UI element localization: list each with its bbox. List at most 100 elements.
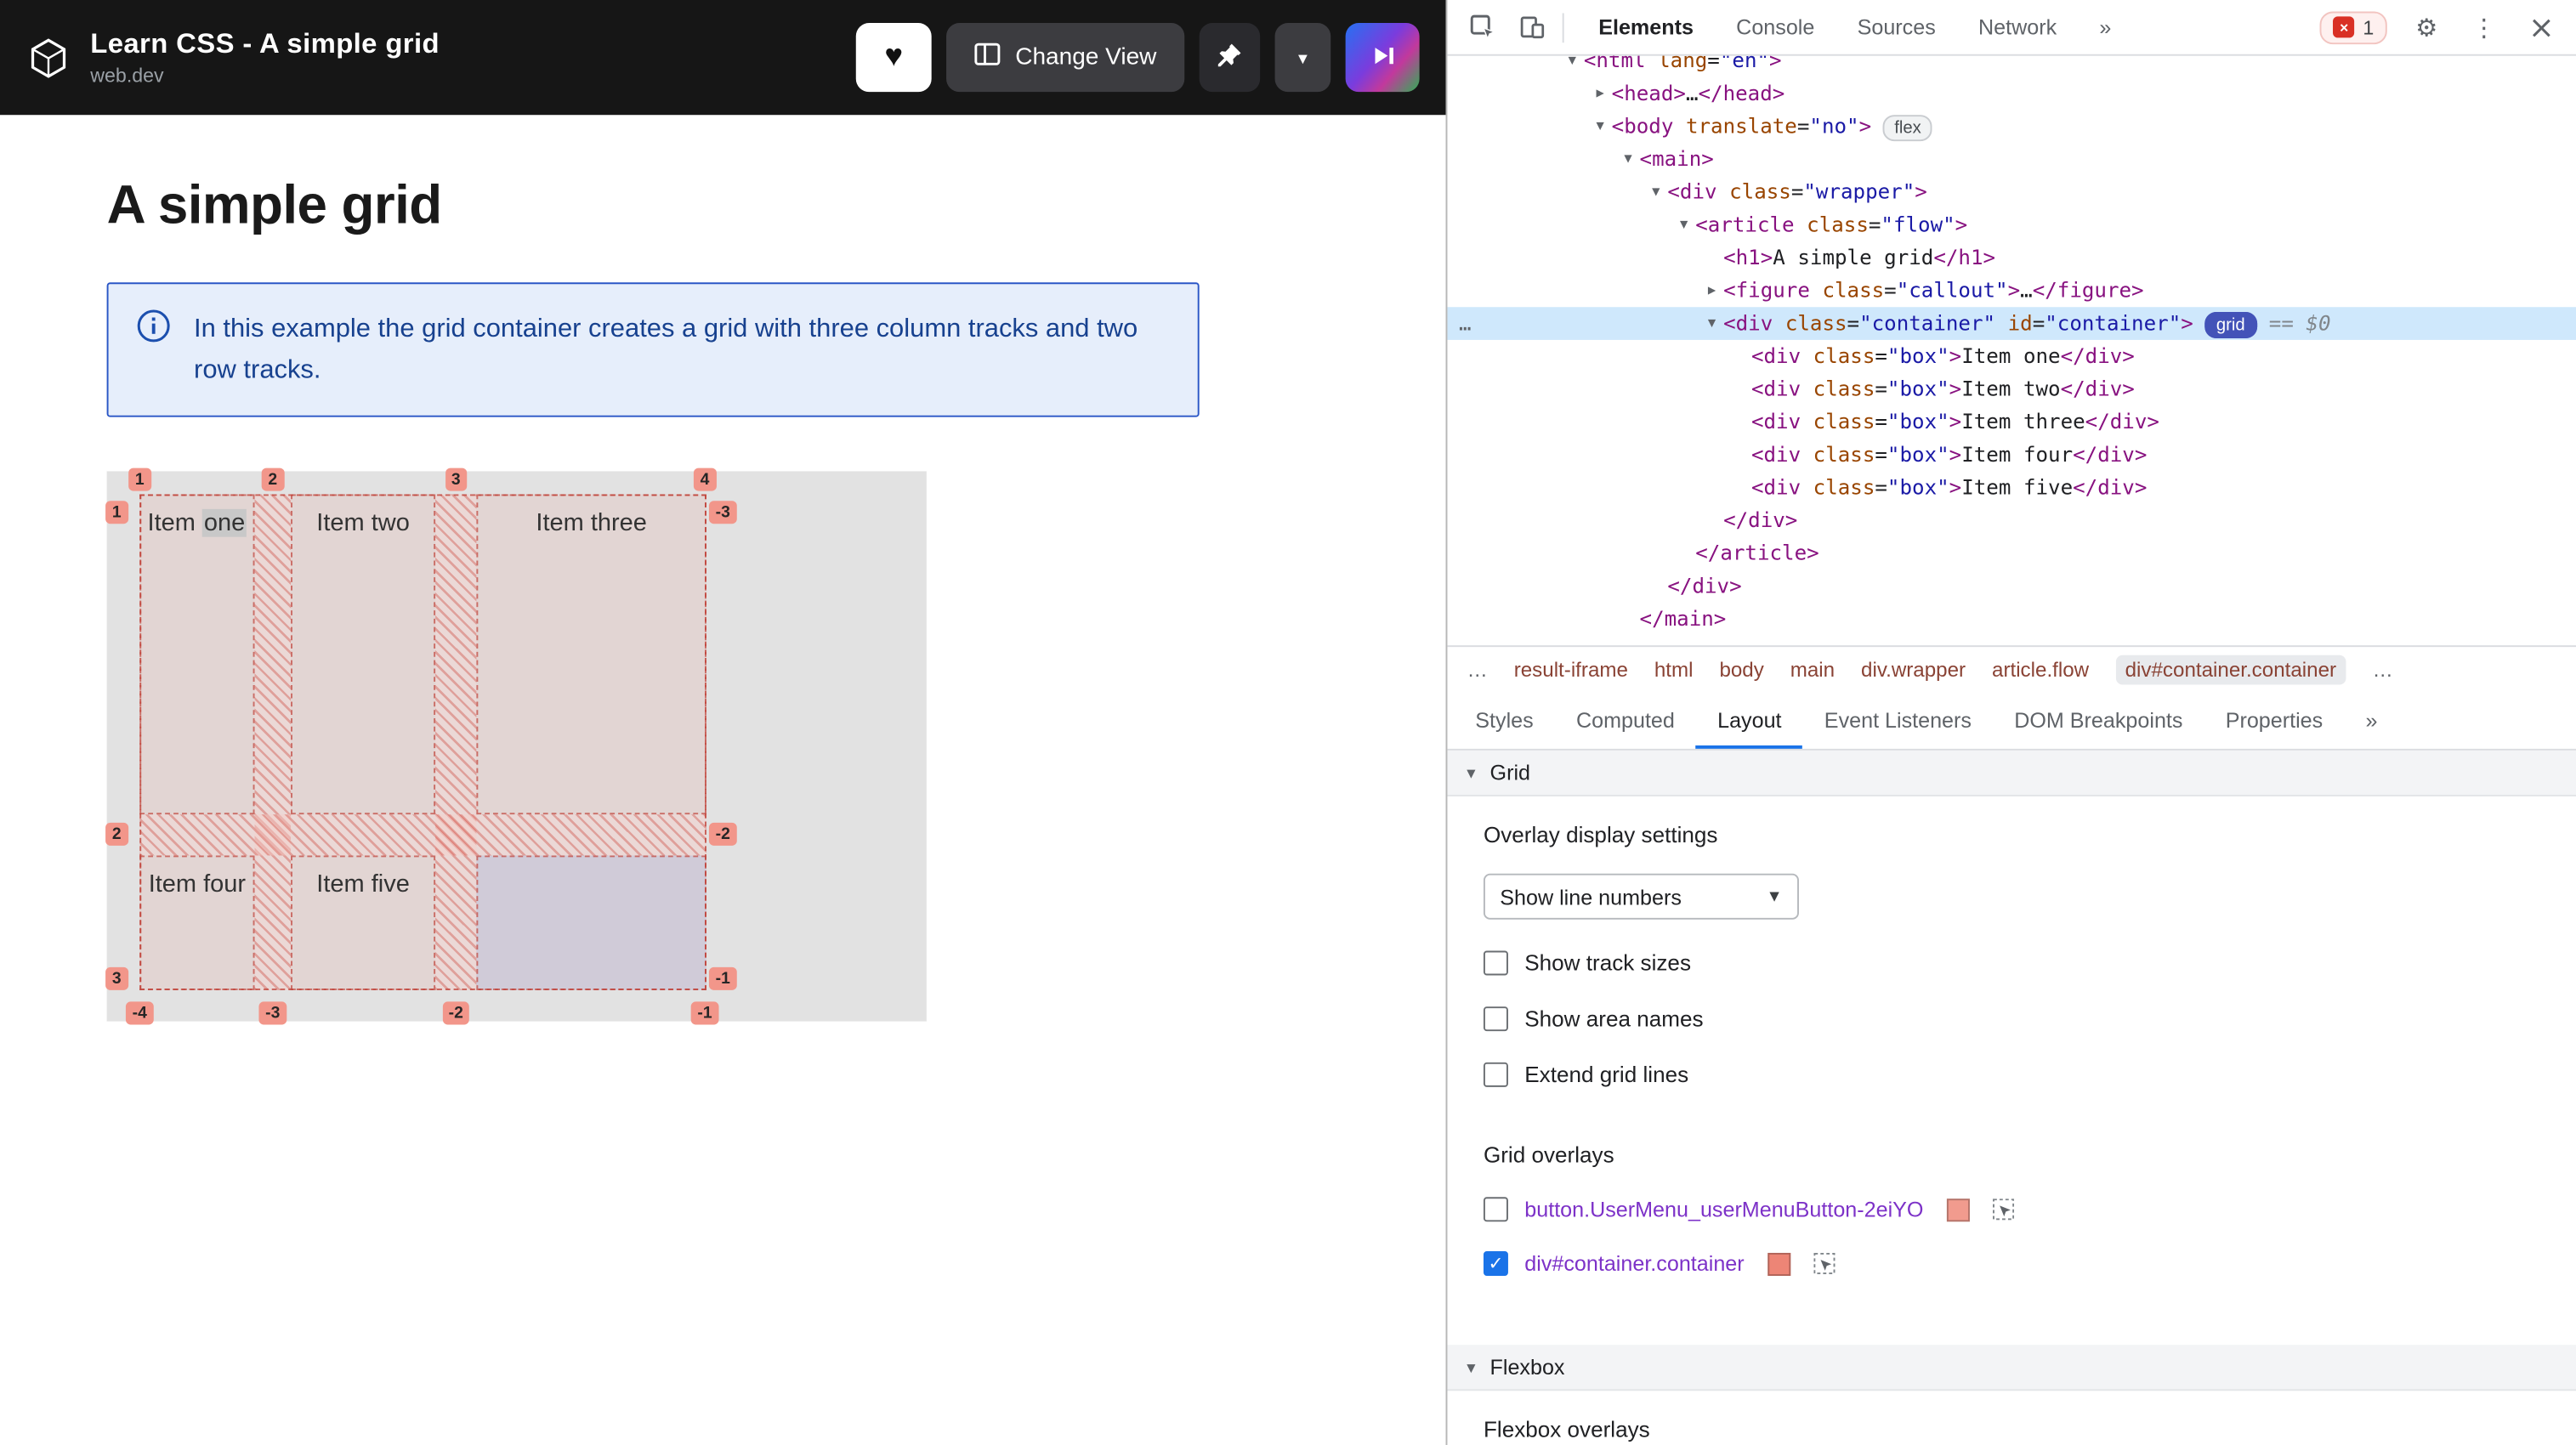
- breadcrumb-item[interactable]: article.flow: [1992, 658, 2089, 681]
- collapse-arrow-icon[interactable]: ▼: [1591, 110, 1610, 143]
- breadcrumb-item[interactable]: result-iframe: [1514, 658, 1628, 681]
- flex-badge[interactable]: flex: [1882, 115, 1933, 142]
- grid-badge[interactable]: grid: [2204, 312, 2257, 338]
- dom-tree-node[interactable]: ▶ <figure class="callout">…</figure>: [1447, 275, 2576, 308]
- dom-token: class: [1801, 409, 1875, 434]
- tab-properties[interactable]: Properties: [2204, 691, 2345, 749]
- breadcrumb-item[interactable]: body: [1719, 658, 1763, 681]
- expand-arrow-icon[interactable]: ▶: [1702, 275, 1722, 308]
- collapse-arrow-icon[interactable]: ▼: [1646, 176, 1665, 209]
- overlay-color-swatch[interactable]: [1767, 1251, 1790, 1276]
- devtools-tab-elements[interactable]: Elements: [1577, 0, 1715, 54]
- page-title: A simple grid: [106, 173, 443, 235]
- change-view-button[interactable]: Change View: [946, 23, 1185, 93]
- devtools-tab-console[interactable]: Console: [1715, 0, 1836, 54]
- dom-token: <body: [1611, 113, 1674, 139]
- dom-tree-node[interactable]: ▼ <div class="wrapper">: [1447, 176, 2576, 209]
- checkbox[interactable]: [1483, 950, 1508, 976]
- checkbox[interactable]: [1483, 1006, 1508, 1032]
- collapse-arrow-icon[interactable]: ▼: [1563, 56, 1582, 77]
- app-subtitle[interactable]: web.dev: [90, 64, 440, 87]
- dom-tree-node[interactable]: </article>: [1447, 537, 2576, 570]
- dom-token: >: [1949, 441, 1962, 467]
- dom-token: id: [1995, 310, 2033, 336]
- breadcrumb-item[interactable]: div.wrapper: [1861, 658, 1966, 681]
- tab-dombreakpoints[interactable]: DOM Breakpoints: [1993, 691, 2204, 749]
- node-ellipsis-menu[interactable]: …: [1459, 307, 1472, 340]
- settings-gear-icon[interactable]: ⚙: [2409, 9, 2445, 45]
- dom-tree-node[interactable]: </div>: [1447, 570, 2576, 603]
- grid-item-label: Item one: [147, 508, 247, 537]
- kebab-menu-icon[interactable]: ⋮: [2466, 9, 2503, 45]
- flexbox-section-header[interactable]: ▼ Flexbox: [1447, 1345, 2576, 1391]
- line-numbers-select[interactable]: Show line numbers ▼: [1483, 873, 1799, 920]
- tab-eventlisteners[interactable]: Event Listeners: [1803, 691, 1993, 749]
- like-button[interactable]: ♥: [855, 23, 932, 93]
- collapse-arrow-icon[interactable]: ▼: [1702, 307, 1722, 340]
- tab-layout[interactable]: Layout: [1696, 691, 1803, 749]
- dom-tree-node[interactable]: </div>: [1447, 504, 2576, 537]
- dom-tree-node[interactable]: <div class="box">Item five</div>: [1447, 471, 2576, 504]
- dom-tree-node[interactable]: ▼ <main>: [1447, 143, 2576, 176]
- dom-tree-node[interactable]: ▼ <html lang="en">: [1447, 56, 2576, 77]
- tab-styles[interactable]: Styles: [1454, 691, 1555, 749]
- pick-element-icon[interactable]: [1813, 1252, 1835, 1275]
- grid-line-number-badge: 1: [105, 501, 128, 524]
- overlay-settings-checkboxes: Show track sizes Show area names Extend gr…: [1483, 950, 2553, 1087]
- devtools-tab-network[interactable]: Network: [1957, 0, 2078, 54]
- checkbox[interactable]: [1483, 1062, 1508, 1087]
- grid-gap: [139, 814, 706, 856]
- overlay-element-link[interactable]: div#container.container: [1524, 1251, 1744, 1276]
- grid-section-header[interactable]: ▼ Grid: [1447, 750, 2576, 796]
- dom-token: =: [1847, 310, 1860, 336]
- breadcrumb-overflow-left[interactable]: …: [1467, 658, 1488, 681]
- dom-tree-node[interactable]: <div class="box">Item four</div>: [1447, 439, 2576, 472]
- error-count-badge[interactable]: × 1: [2320, 10, 2387, 44]
- collapse-arrow-icon[interactable]: ▼: [1674, 208, 1694, 241]
- devtools-tab-sources[interactable]: Sources: [1836, 0, 1956, 54]
- webdev-logo-icon[interactable]: [26, 36, 71, 80]
- pin-button[interactable]: [1199, 23, 1261, 93]
- expand-arrow-icon[interactable]: ▶: [1591, 77, 1610, 110]
- close-icon[interactable]: ×: [2523, 9, 2560, 45]
- collapse-arrow-icon[interactable]: ▼: [1618, 143, 1637, 176]
- dom-tree-node[interactable]: <div class="box">Item two</div>: [1447, 373, 2576, 406]
- dom-tree-node[interactable]: <h1>A simple grid</h1>: [1447, 241, 2576, 275]
- checkbox-label[interactable]: Extend grid lines: [1524, 1062, 1688, 1087]
- layout-view-icon: [974, 42, 1001, 72]
- dom-token: >: [1949, 343, 1962, 368]
- breadcrumb-item[interactable]: main: [1790, 658, 1835, 681]
- grid-line-number-badge: -3: [258, 1001, 287, 1025]
- dom-tree-node[interactable]: ▶ <head>…</head>: [1447, 77, 2576, 110]
- tab-more[interactable]: »: [2344, 691, 2398, 749]
- dom-token: </div>: [1667, 573, 1742, 598]
- open-embed-button[interactable]: [1345, 23, 1420, 93]
- inspect-element-icon[interactable]: [1464, 9, 1501, 45]
- app-header: Learn CSS - A simple grid web.dev ♥ Chan…: [0, 0, 1446, 116]
- checkbox[interactable]: [1483, 1197, 1508, 1222]
- breadcrumb-overflow-right[interactable]: …: [2373, 658, 2393, 681]
- device-toolbar-icon[interactable]: [1513, 9, 1550, 45]
- checkbox-label[interactable]: Show area names: [1524, 1006, 1703, 1031]
- overlay-element-link[interactable]: button.UserMenu_userMenuButton-2eiYO: [1524, 1197, 1923, 1221]
- devtools-tab-more[interactable]: »: [2078, 0, 2132, 54]
- dom-tree-node[interactable]: ▼ <article class="flow">: [1447, 208, 2576, 241]
- overlay-color-swatch[interactable]: [1946, 1198, 1970, 1221]
- breadcrumb-item[interactable]: html: [1654, 658, 1694, 681]
- dom-tree-node[interactable]: <div class="box">Item one</div>: [1447, 340, 2576, 373]
- dom-token: Item three: [1961, 409, 2085, 434]
- dom-token: </main>: [1639, 605, 1727, 631]
- dom-tree-node[interactable]: <div class="box">Item three</div>: [1447, 405, 2576, 439]
- pin-dropdown-button[interactable]: ▾: [1274, 23, 1331, 93]
- sidebar-tab-strip: Styles Computed Layout Event Listeners DOM B…: [1447, 691, 2576, 751]
- dom-tree-node[interactable]: … ▼ <div class="container" id="container">…: [1447, 307, 2576, 340]
- tab-computed[interactable]: Computed: [1555, 691, 1696, 749]
- pick-element-icon[interactable]: [1992, 1198, 2014, 1221]
- checkbox-label[interactable]: Show track sizes: [1524, 951, 1691, 976]
- checkbox[interactable]: ✓: [1483, 1251, 1508, 1277]
- breadcrumb-item[interactable]: div#container.container: [2115, 654, 2346, 684]
- dom-tree-node[interactable]: ▼ <body translate="no"> flex: [1447, 110, 2576, 143]
- dom-tree-node[interactable]: </main>: [1447, 603, 2576, 636]
- play-bar-icon: [1368, 40, 1398, 75]
- overlay-setting-row: Show track sizes: [1483, 950, 2553, 976]
